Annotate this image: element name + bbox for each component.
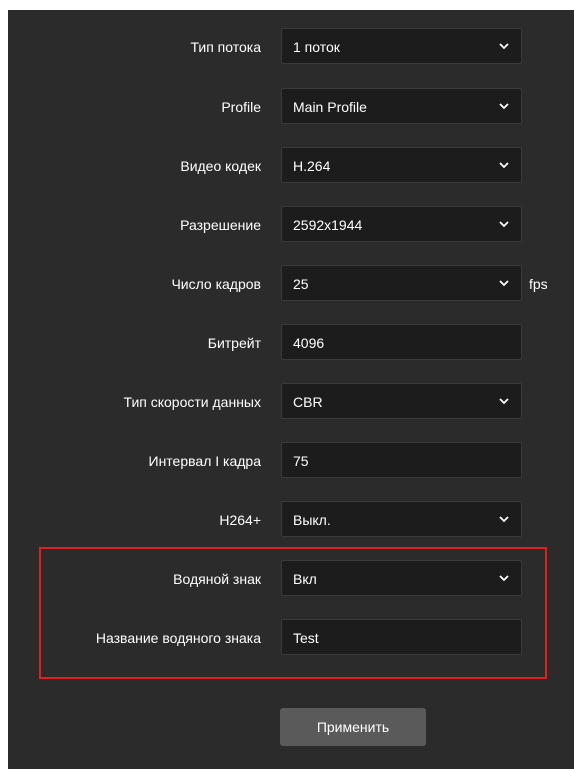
row-resolution: Разрешение 2592x1944 bbox=[8, 206, 574, 244]
row-h264-plus: H264+ Выкл. bbox=[8, 501, 574, 539]
row-bitrate: Битрейт 4096 bbox=[8, 324, 574, 362]
row-iframe-interval: Интервал I кадра 75 bbox=[8, 442, 574, 480]
frame-rate-select[interactable]: 25 bbox=[281, 265, 522, 301]
row-watermark-name: Название водяного знака Test bbox=[8, 619, 574, 657]
watermark-name-value: Test bbox=[293, 630, 319, 646]
chevron-down-icon bbox=[499, 103, 509, 110]
row-rate-control: Тип скорости данных CBR bbox=[8, 383, 574, 421]
row-profile: Profile Main Profile bbox=[8, 88, 574, 126]
chevron-down-icon bbox=[499, 280, 509, 287]
profile-select[interactable]: Main Profile bbox=[281, 88, 522, 124]
bitrate-input[interactable]: 4096 bbox=[281, 324, 522, 360]
apply-button[interactable]: Применить bbox=[280, 708, 426, 746]
stream-type-label: Тип потока bbox=[190, 39, 261, 55]
rate-control-label: Тип скорости данных bbox=[123, 394, 261, 410]
frame-rate-unit: fps bbox=[529, 276, 548, 292]
iframe-interval-value: 75 bbox=[293, 453, 309, 469]
row-stream-type: Тип потока 1 поток bbox=[8, 28, 574, 66]
bitrate-label: Битрейт bbox=[207, 335, 261, 351]
resolution-label: Разрешение bbox=[180, 217, 261, 233]
watermark-value: Вкл bbox=[293, 571, 317, 587]
watermark-name-input[interactable]: Test bbox=[281, 619, 522, 655]
h264-plus-label: H264+ bbox=[219, 512, 261, 528]
chevron-down-icon bbox=[499, 221, 509, 228]
resolution-select[interactable]: 2592x1944 bbox=[281, 206, 522, 242]
chevron-down-icon bbox=[499, 575, 509, 582]
bitrate-value: 4096 bbox=[293, 335, 325, 351]
watermark-select[interactable]: Вкл bbox=[281, 560, 522, 596]
iframe-interval-label: Интервал I кадра bbox=[148, 453, 262, 469]
video-settings-panel: Тип потока 1 поток Profile Main Profile … bbox=[8, 10, 574, 769]
stream-type-select[interactable]: 1 поток bbox=[281, 28, 522, 64]
chevron-down-icon bbox=[499, 43, 509, 50]
row-frame-rate: Число кадров 25 fps bbox=[8, 265, 574, 303]
h264-plus-select[interactable]: Выкл. bbox=[281, 501, 522, 537]
video-codec-select[interactable]: H.264 bbox=[281, 147, 522, 183]
row-video-codec: Видео кодек H.264 bbox=[8, 147, 574, 185]
chevron-down-icon bbox=[499, 162, 509, 169]
stream-type-value: 1 поток bbox=[293, 39, 340, 55]
rate-control-select[interactable]: CBR bbox=[281, 383, 522, 419]
profile-label: Profile bbox=[221, 99, 261, 115]
chevron-down-icon bbox=[499, 516, 509, 523]
video-codec-value: H.264 bbox=[293, 158, 331, 174]
watermark-label: Водяной знак bbox=[173, 571, 261, 587]
iframe-interval-input[interactable]: 75 bbox=[281, 442, 522, 478]
frame-rate-label: Число кадров bbox=[171, 276, 261, 292]
h264-plus-value: Выкл. bbox=[293, 512, 331, 528]
profile-value: Main Profile bbox=[293, 99, 367, 115]
video-codec-label: Видео кодек bbox=[180, 158, 261, 174]
row-watermark: Водяной знак Вкл bbox=[8, 560, 574, 598]
resolution-value: 2592x1944 bbox=[293, 217, 363, 233]
rate-control-value: CBR bbox=[293, 394, 323, 410]
watermark-name-label: Название водяного знака bbox=[95, 630, 261, 646]
chevron-down-icon bbox=[499, 398, 509, 405]
frame-rate-value: 25 bbox=[293, 276, 309, 292]
